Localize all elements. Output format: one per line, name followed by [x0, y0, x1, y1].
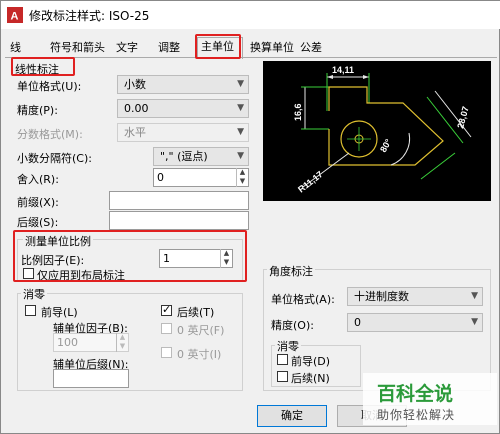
trailing-zero-label: 后续(T)	[177, 306, 215, 319]
suffix-label: 后缀(S):	[17, 216, 59, 229]
zero-suppression-title: 消零	[21, 286, 47, 302]
tab-text[interactable]: 文字	[113, 39, 141, 57]
zero-feet-checkbox[interactable]	[161, 323, 172, 334]
angular-leading-label: 前导(D)	[291, 355, 331, 368]
chevron-down-icon: ▼	[237, 151, 244, 161]
tab-bar: 线 符号和箭头 文字 调整 主单位 换算单位 公差	[5, 37, 497, 59]
angular-group-title: 角度标注	[267, 263, 315, 279]
trailing-zero-checkbox[interactable]	[161, 303, 172, 316]
preview-dim-top: 14,11	[332, 65, 354, 75]
decimal-separator-label: 小数分隔符(C):	[17, 152, 92, 165]
angular-unit-format-select[interactable]: 十进制度数 ▼	[347, 287, 483, 306]
dimension-preview: 14,11 16,6 28,07 80° R11,17	[263, 61, 491, 201]
angular-trailing-label: 后续(N)	[291, 372, 330, 385]
zero-inches-label: 0 英寸(I)	[177, 348, 222, 361]
watermark-title: 百科全说	[377, 383, 454, 405]
precision-label: 精度(P):	[17, 104, 58, 117]
preview-dim-left: 16,6	[293, 103, 303, 121]
leading-zero-label: 前导(L)	[41, 306, 78, 319]
tab-alternate-units[interactable]: 换算单位	[247, 39, 297, 57]
angular-zero-title: 消零	[275, 338, 301, 354]
leading-zero-checkbox[interactable]	[25, 305, 36, 316]
window-title: 修改标注样式: ISO-25	[29, 9, 150, 23]
fraction-format-select[interactable]: 水平 ▼	[117, 123, 249, 142]
sub-unit-suffix-input[interactable]	[53, 369, 129, 388]
angular-precision-select[interactable]: 0 ▼	[347, 313, 483, 332]
tab-fit[interactable]: 调整	[155, 39, 183, 57]
chevron-down-icon: ▼	[237, 127, 244, 137]
preview-dim-right: 28,07	[455, 105, 470, 129]
round-off-label: 舍入(R):	[17, 173, 59, 186]
tab-symbols-arrows[interactable]: 符号和箭头	[47, 39, 108, 57]
fraction-format-label: 分数格式(M):	[17, 128, 83, 141]
round-off-input[interactable]: 0 ▲ ▼	[153, 168, 249, 187]
angular-precision-label: 精度(O):	[271, 319, 314, 332]
dimension-style-dialog: A 修改标注样式: ISO-25 线 符号和箭头 文字 调整 主单位 换算单位 …	[0, 0, 500, 434]
prefix-label: 前缀(X):	[17, 196, 59, 209]
title-bar: A 修改标注样式: ISO-25	[1, 1, 500, 29]
ok-button[interactable]: 确定	[257, 405, 327, 427]
angular-leading-checkbox[interactable]	[277, 354, 288, 365]
chevron-down-icon: ▼	[237, 79, 244, 89]
preview-drawing: 14,11 16,6 28,07 80° R11,17	[293, 65, 472, 195]
sub-unit-factor-spinner[interactable]: ▲ ▼	[116, 333, 128, 352]
chevron-down-icon: ▼	[471, 317, 478, 327]
zero-inches-checkbox[interactable]	[161, 347, 172, 358]
svg-text:A: A	[11, 11, 19, 23]
round-off-spinner[interactable]: ▲ ▼	[236, 168, 248, 187]
angular-unit-format-label: 单位格式(A):	[271, 293, 335, 306]
decimal-separator-select[interactable]: "," (逗点) ▼	[153, 147, 249, 166]
chevron-down-icon: ▼	[237, 103, 244, 113]
unit-format-select[interactable]: 小数 ▼	[117, 75, 249, 94]
highlight-scale	[13, 230, 247, 282]
sub-unit-factor-input[interactable]: 100 ▲ ▼	[53, 333, 129, 352]
prefix-input[interactable]	[109, 191, 249, 210]
zero-feet-label: 0 英尺(F)	[177, 324, 225, 337]
app-icon: A	[7, 7, 23, 23]
highlight-linear	[11, 57, 75, 76]
preview-dim-angle: 80°	[378, 137, 394, 154]
highlight-tab	[195, 34, 241, 59]
precision-select[interactable]: 0.00 ▼	[117, 99, 249, 118]
tab-tolerances[interactable]: 公差	[297, 39, 325, 57]
tab-divider	[5, 57, 497, 58]
watermark-subtitle: 助你轻松解决	[377, 408, 456, 422]
unit-format-label: 单位格式(U):	[17, 80, 82, 93]
tab-lines[interactable]: 线	[7, 39, 24, 57]
suffix-input[interactable]	[109, 211, 249, 230]
chevron-down-icon: ▼	[471, 291, 478, 301]
angular-trailing-checkbox[interactable]	[277, 371, 288, 382]
preview-dim-radius: R11,17	[296, 169, 325, 194]
